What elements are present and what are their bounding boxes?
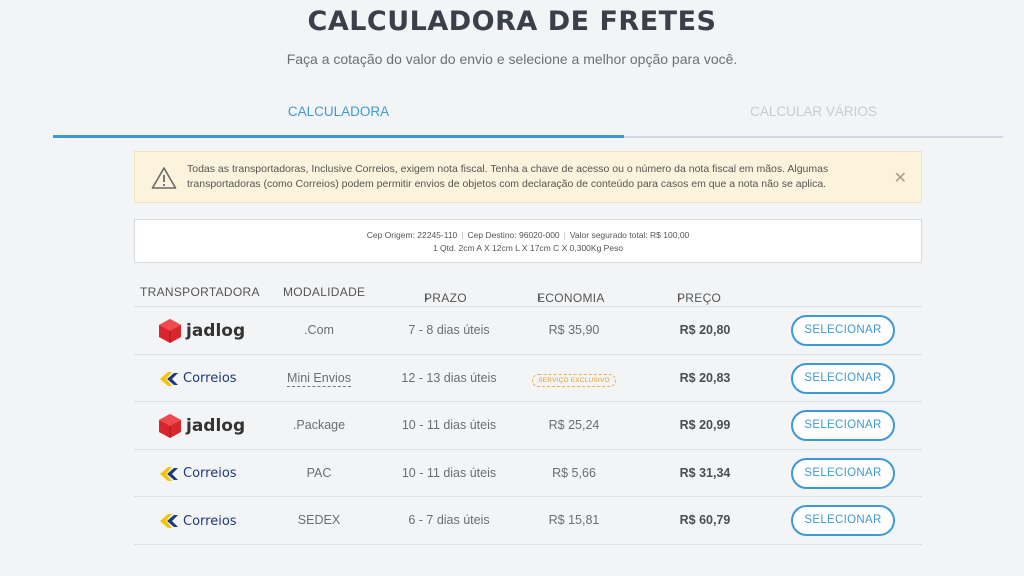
table-row: jadlog .Package 10 - 11 dias úteis R$ 25…: [134, 402, 922, 450]
valor-segurado: Valor segurado total: R$ 100,00: [569, 230, 690, 240]
preco: R$ 31,34: [679, 465, 731, 480]
jadlog-cube-icon: [159, 319, 181, 343]
table-row: Correios Mini Envios 12 - 13 dias úteis …: [134, 355, 922, 402]
close-icon[interactable]: ✕: [894, 168, 907, 188]
modalidade: PAC: [306, 465, 332, 480]
prazo: 6 - 7 dias úteis: [408, 513, 490, 527]
correios-logo-icon: [160, 371, 178, 386]
shipment-summary: Cep Origem: 22245-110 | Cep Destino: 96020…: [134, 219, 922, 263]
correios-logo: Correios: [158, 366, 237, 392]
header-modalidade: MODALIDADE: [283, 285, 366, 299]
cep-destino: Cep Destino: 96020-000: [467, 230, 560, 240]
selecionar-button[interactable]: SELECIONAR: [791, 315, 895, 346]
jadlog-logo: jadlog: [158, 318, 245, 344]
preco: R$ 60,79: [679, 513, 731, 527]
preco: R$ 20,99: [679, 418, 731, 432]
modalidade: .Package: [292, 418, 346, 432]
economia: R$ 25,24: [548, 418, 600, 432]
tab-calculadora[interactable]: CALCULADORA: [53, 96, 624, 138]
nota-fiscal-alert: Todas as transportadoras, Inclusive Corr…: [134, 151, 922, 203]
prazo: 10 - 11 dias úteis: [401, 465, 497, 480]
shipping-quotes-table: TRANSPORTADORA MODALIDADE PRAZO ↓ ECONOM…: [134, 279, 922, 545]
prazo: 7 - 8 dias úteis: [408, 323, 490, 337]
page-subtitle: Faça a cotação do valor do envio e selec…: [286, 51, 738, 67]
correios-logo-icon: [160, 514, 178, 528]
cep-origem: Cep Origem: 22245-110: [366, 230, 458, 240]
tab-bar: CALCULADORA CALCULAR VÁRIOS: [53, 96, 1003, 138]
table-row: Correios SEDEX 6 - 7 dias úteis R$ 15,81…: [134, 497, 922, 545]
sort-arrow-active-icon: ↓: [677, 291, 683, 303]
selecionar-button[interactable]: SELECIONAR: [791, 410, 895, 441]
modalidade: .Com: [304, 323, 334, 337]
jadlog-logo: jadlog: [158, 413, 245, 439]
sort-arrow-icon: ↓: [424, 291, 430, 303]
selecionar-button[interactable]: SELECIONAR: [791, 362, 895, 394]
table-row: jadlog .Com 7 - 8 dias úteis R$ 35,90 R$…: [134, 307, 922, 355]
warning-icon: [151, 167, 177, 189]
selecionar-button[interactable]: SELECIONAR: [791, 457, 895, 489]
header-transportadora: TRANSPORTADORA: [140, 285, 260, 299]
alert-text: Todas as transportadoras, Inclusive Corr…: [187, 163, 829, 190]
package-dimensions: 1 Qtd. 2cm A X 12cm L X 17cm C X 0,300Kg…: [432, 243, 624, 253]
economia: R$ 35,90: [548, 323, 600, 337]
preco: R$ 20,83: [679, 370, 731, 385]
selecionar-button[interactable]: SELECIONAR: [791, 505, 895, 536]
jadlog-cube-icon: [159, 414, 181, 438]
table-row: Correios PAC 10 - 11 dias úteis R$ 5,66 …: [134, 450, 922, 497]
servico-exclusivo-badge: SERVIÇO EXCLUSIVO: [532, 373, 616, 387]
prazo: 10 - 11 dias úteis: [401, 418, 497, 432]
economia: R$ 15,81: [548, 513, 600, 527]
table-header: TRANSPORTADORA MODALIDADE PRAZO ↓ ECONOM…: [134, 279, 922, 307]
correios-logo-icon: [160, 466, 178, 481]
correios-logo: Correios: [158, 508, 237, 534]
preco: R$ 20,80: [679, 323, 731, 337]
correios-logo: Correios: [158, 461, 237, 487]
prazo: 12 - 13 dias úteis: [401, 370, 497, 385]
economia: R$ 5,66: [552, 465, 596, 480]
page-title: CALCULADORA DE FRETES: [307, 6, 717, 37]
modalidade: SEDEX: [297, 513, 341, 527]
tab-calcular-varios[interactable]: CALCULAR VÁRIOS: [624, 96, 1003, 138]
modalidade[interactable]: Mini Envios: [287, 370, 351, 387]
sort-arrow-icon: ↓: [537, 291, 543, 303]
